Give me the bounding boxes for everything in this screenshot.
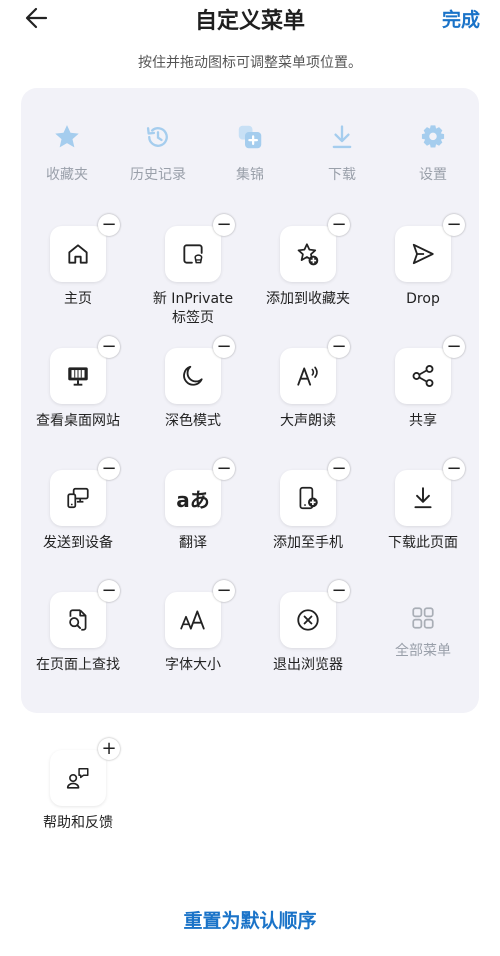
remove-button[interactable]: − <box>98 458 120 480</box>
add-button[interactable]: + <box>98 738 120 760</box>
download-icon <box>302 120 382 154</box>
menu-item-desktop-site[interactable]: − 查看桌面网站 <box>18 336 138 431</box>
gear-icon <box>393 120 473 154</box>
remove-button[interactable]: − <box>443 336 465 358</box>
font-size-icon <box>179 607 207 633</box>
translate-icon: aあ <box>176 487 210 512</box>
menu-item-send-to-device[interactable]: − 发送到设备 <box>18 458 138 553</box>
menu-item-dark-mode[interactable]: − 深色模式 <box>133 336 253 431</box>
inprivate-tab-icon <box>180 241 206 267</box>
remove-button[interactable]: − <box>328 458 350 480</box>
desktop-icon <box>65 363 91 389</box>
remove-button[interactable]: − <box>213 458 235 480</box>
remove-button[interactable]: − <box>98 214 120 236</box>
drag-hint: 按住并拖动图标可调整菜单项位置。 <box>138 55 362 71</box>
history-icon <box>118 120 198 154</box>
page-title: 自定义菜单 <box>194 9 305 34</box>
all-menu-item: 全部菜单 <box>363 592 483 661</box>
share-icon <box>410 363 436 389</box>
remove-button[interactable]: − <box>328 580 350 602</box>
find-in-page-icon <box>65 607 91 633</box>
remove-button[interactable]: − <box>328 336 350 358</box>
toolbar-item-collections: 集锦 <box>210 120 290 184</box>
menu-item-help-feedback[interactable]: + 帮助和反馈 <box>18 738 138 833</box>
header: 自定义菜单 完成 <box>0 0 500 40</box>
toolbar-item-settings: 设置 <box>393 120 473 184</box>
menu-item-inprivate-tab[interactable]: − 新 InPrivate 标签页 <box>133 214 253 328</box>
remove-button[interactable]: − <box>328 214 350 236</box>
collections-icon <box>210 120 290 154</box>
toolbar-row: 收藏夹 历史记录 集锦 下载 设置 <box>0 120 500 190</box>
exit-icon <box>295 607 321 633</box>
toolbar-item-favorites: 收藏夹 <box>27 120 107 184</box>
remove-button[interactable]: − <box>443 214 465 236</box>
menu-item-share[interactable]: − 共享 <box>363 336 483 431</box>
remove-button[interactable]: − <box>213 214 235 236</box>
remove-button[interactable]: − <box>213 336 235 358</box>
menu-item-find-in-page[interactable]: − 在页面上查找 <box>18 580 138 675</box>
menu-item-drop[interactable]: − Drop <box>363 214 483 309</box>
toolbar-item-download: 下载 <box>302 120 382 184</box>
menu-item-exit-browser[interactable]: − 退出浏览器 <box>248 580 368 675</box>
remove-button[interactable]: − <box>213 580 235 602</box>
feedback-icon <box>65 765 91 791</box>
add-to-phone-icon <box>295 485 321 511</box>
add-favorite-icon <box>295 241 321 267</box>
menu-item-read-aloud[interactable]: − 大声朗读 <box>248 336 368 431</box>
grid-icon <box>410 605 436 631</box>
menu-item-home[interactable]: − 主页 <box>18 214 138 309</box>
send-icon <box>410 241 436 267</box>
star-icon <box>27 120 107 154</box>
menu-item-download-page[interactable]: − 下载此页面 <box>363 458 483 553</box>
done-button[interactable]: 完成 <box>442 5 480 32</box>
menu-item-add-to-favorites[interactable]: − 添加到收藏夹 <box>248 214 368 309</box>
moon-icon <box>180 363 206 389</box>
remove-button[interactable]: − <box>98 336 120 358</box>
menu-item-translate[interactable]: aあ − 翻译 <box>133 458 253 553</box>
home-icon <box>65 241 91 267</box>
read-aloud-icon <box>295 363 321 389</box>
menu-item-add-to-phone[interactable]: − 添加至手机 <box>248 458 368 553</box>
send-to-device-icon <box>65 485 91 511</box>
reset-default-order-button[interactable]: 重置为默认顺序 <box>0 906 500 933</box>
remove-button[interactable]: − <box>443 458 465 480</box>
toolbar-item-history: 历史记录 <box>118 120 198 184</box>
menu-item-font-size[interactable]: − 字体大小 <box>133 580 253 675</box>
download-page-icon <box>410 485 436 511</box>
remove-button[interactable]: − <box>98 580 120 602</box>
